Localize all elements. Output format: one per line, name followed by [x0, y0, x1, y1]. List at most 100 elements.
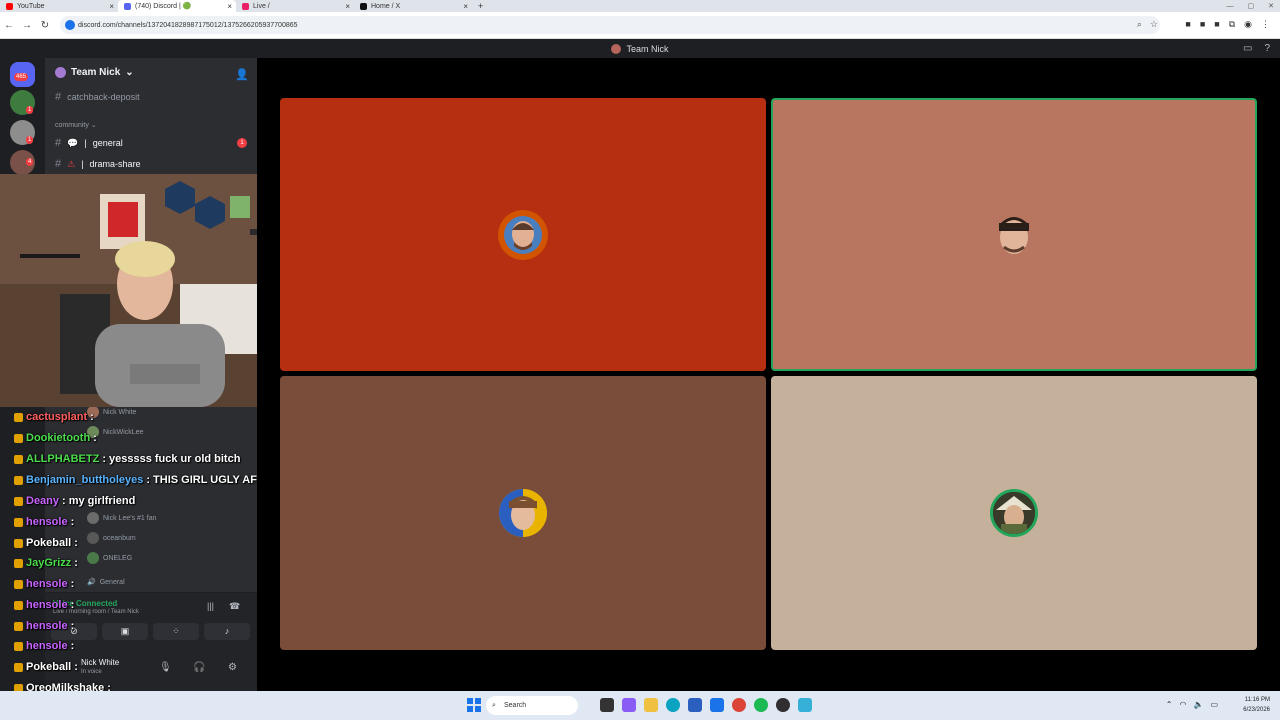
browser-tab-youtube[interactable]: YouTube ×: [0, 0, 118, 12]
store-icon[interactable]: [688, 698, 702, 712]
windows-start-icon[interactable]: [467, 698, 481, 712]
obs-icon[interactable]: [776, 698, 790, 712]
chat-username: hensole: [26, 516, 68, 528]
tab-label: (740) Discord | 🟢: [135, 3, 192, 10]
browser-tab-x[interactable]: Home / X ×: [354, 0, 472, 12]
extension-icon[interactable]: ■: [1214, 19, 1219, 30]
video-tile[interactable]: [280, 98, 766, 371]
guild-header[interactable]: Team Nick ⌄: [55, 67, 134, 78]
category-label: community: [55, 122, 89, 129]
mail-icon[interactable]: [710, 698, 724, 712]
chat-message: Benjamin_buttholeyes : THIS GIRL UGLY AF: [14, 474, 257, 486]
chrome-icon[interactable]: [732, 698, 746, 712]
channel-general[interactable]: # 💬 | general: [55, 137, 123, 149]
battery-icon[interactable]: ▭: [1210, 700, 1218, 709]
url-text: discord.com/channels/1372041828987175012…: [78, 21, 298, 29]
text-channel-icon: #: [55, 137, 62, 149]
video-tile[interactable]: [771, 376, 1257, 650]
chat-separator: :: [62, 495, 66, 507]
channel-drama-share[interactable]: # ⚠ | drama-share: [55, 158, 141, 170]
chat-message: JayGrizz :: [14, 557, 81, 569]
address-bar[interactable]: discord.com/channels/1372041828987175012…: [60, 16, 1160, 34]
minimize-icon[interactable]: —: [1227, 3, 1234, 10]
chat-badge-icon: [14, 454, 23, 464]
chat-message: cactusplant :: [14, 411, 97, 423]
back-icon[interactable]: ←: [0, 20, 18, 31]
reload-icon[interactable]: ↻: [36, 20, 54, 31]
help-icon[interactable]: ?: [1264, 43, 1270, 54]
video-tile[interactable]: [280, 376, 766, 650]
chat-badge-icon: [14, 662, 23, 672]
chat-username: Deany: [26, 495, 60, 507]
chat-username: cactusplant: [26, 411, 88, 423]
window-title: Team Nick: [626, 43, 669, 54]
channel-label: drama-share: [89, 159, 141, 169]
browser-tab-live[interactable]: Live / ×: [236, 0, 354, 12]
chat-badge-icon: [14, 600, 23, 610]
avatar-image: [499, 489, 547, 537]
forward-icon[interactable]: →: [18, 20, 36, 31]
chat-username: ALLPHABETZ: [26, 453, 100, 465]
chat-username: hensole: [26, 578, 68, 590]
profile-icon[interactable]: ◉: [1244, 19, 1252, 30]
extensions-puzzle-icon[interactable]: ⧉: [1229, 19, 1235, 30]
inbox-icon[interactable]: ▭: [1243, 43, 1252, 54]
chat-badge-icon: [14, 433, 23, 443]
browser-tab-strip: YouTube × (740) Discord | 🟢 × Live / × H…: [0, 0, 1280, 12]
close-tab-icon[interactable]: ×: [345, 2, 350, 11]
close-tab-icon[interactable]: ×: [109, 2, 114, 11]
stream-chat-overlay: cactusplant : Dookietooth : ALLPHABETZ : ye…: [0, 408, 262, 720]
x-favicon-icon: [360, 2, 367, 10]
spotify-icon[interactable]: [754, 698, 768, 712]
notepad-icon[interactable]: [798, 698, 812, 712]
extension-icon[interactable]: ■: [1200, 19, 1205, 30]
chat-badge-icon: [14, 621, 23, 631]
zoom-icon[interactable]: ⌕: [1137, 19, 1142, 30]
chevron-up-icon[interactable]: ⌃: [1166, 700, 1173, 709]
close-window-icon[interactable]: ✕: [1268, 2, 1274, 10]
chat-message: Pokeball :: [14, 661, 81, 673]
participant-avatar: [499, 489, 547, 537]
bookmark-star-icon[interactable]: ☆: [1150, 19, 1158, 30]
chat-badge-icon: [14, 475, 23, 485]
network-icon[interactable]: ◠: [1179, 700, 1186, 709]
browser-tab-discord[interactable]: (740) Discord | 🟢 ×: [118, 0, 236, 12]
chat-username: hensole: [26, 599, 68, 611]
close-tab-icon[interactable]: ×: [227, 2, 232, 11]
chat-username: hensole: [26, 640, 68, 652]
invite-people-icon[interactable]: 👤: [235, 68, 249, 81]
chat-badge-icon: [14, 412, 23, 422]
chat-username: hensole: [26, 620, 68, 632]
clock[interactable]: 11:16 PM 6/23/2026: [1243, 695, 1270, 715]
new-tab-icon[interactable]: +: [472, 1, 489, 11]
menu-kebab-icon[interactable]: ⋮: [1261, 19, 1270, 30]
category-community[interactable]: community ⌄: [55, 121, 97, 129]
chat-username: Benjamin_buttholeyes: [26, 474, 144, 486]
video-tile-speaking[interactable]: [771, 98, 1257, 371]
chat-separator: :: [70, 599, 75, 611]
extension-icon[interactable]: ■: [1185, 19, 1190, 30]
taskbar-search[interactable]: ⌕ Search: [486, 696, 578, 715]
chat-message: hensole :: [14, 640, 77, 652]
copilot-icon[interactable]: [622, 698, 636, 712]
chat-message: Pokeball :: [14, 537, 81, 549]
channel-catchback-deposit[interactable]: # catchback-deposit: [55, 91, 140, 103]
edge-icon[interactable]: [666, 698, 680, 712]
chat-text: yesssss fuck ur old bitch: [109, 453, 241, 465]
chat-badge-icon: [14, 538, 23, 548]
maximize-icon[interactable]: ▢: [1248, 2, 1255, 10]
speaker-icon[interactable]: 🔈: [1193, 700, 1203, 709]
participant-avatar: [498, 209, 548, 260]
file-explorer-icon[interactable]: [644, 698, 658, 712]
chat-message: hensole :: [14, 578, 77, 590]
chat-message: hensole :: [14, 599, 77, 611]
site-info-icon[interactable]: [65, 20, 75, 30]
chat-separator: :: [70, 640, 75, 652]
task-view-icon[interactable]: [600, 698, 614, 712]
chat-badge-icon: [14, 496, 23, 506]
clock-time: 11:16 PM: [1244, 697, 1270, 703]
chat-message: hensole :: [14, 620, 77, 632]
windows-taskbar: ⌕ Search ⌃ ◠ 🔈 ▭ 11:16 PM 6/23/2026: [0, 691, 1280, 720]
close-tab-icon[interactable]: ×: [463, 2, 468, 11]
chat-separator: :: [74, 557, 78, 569]
